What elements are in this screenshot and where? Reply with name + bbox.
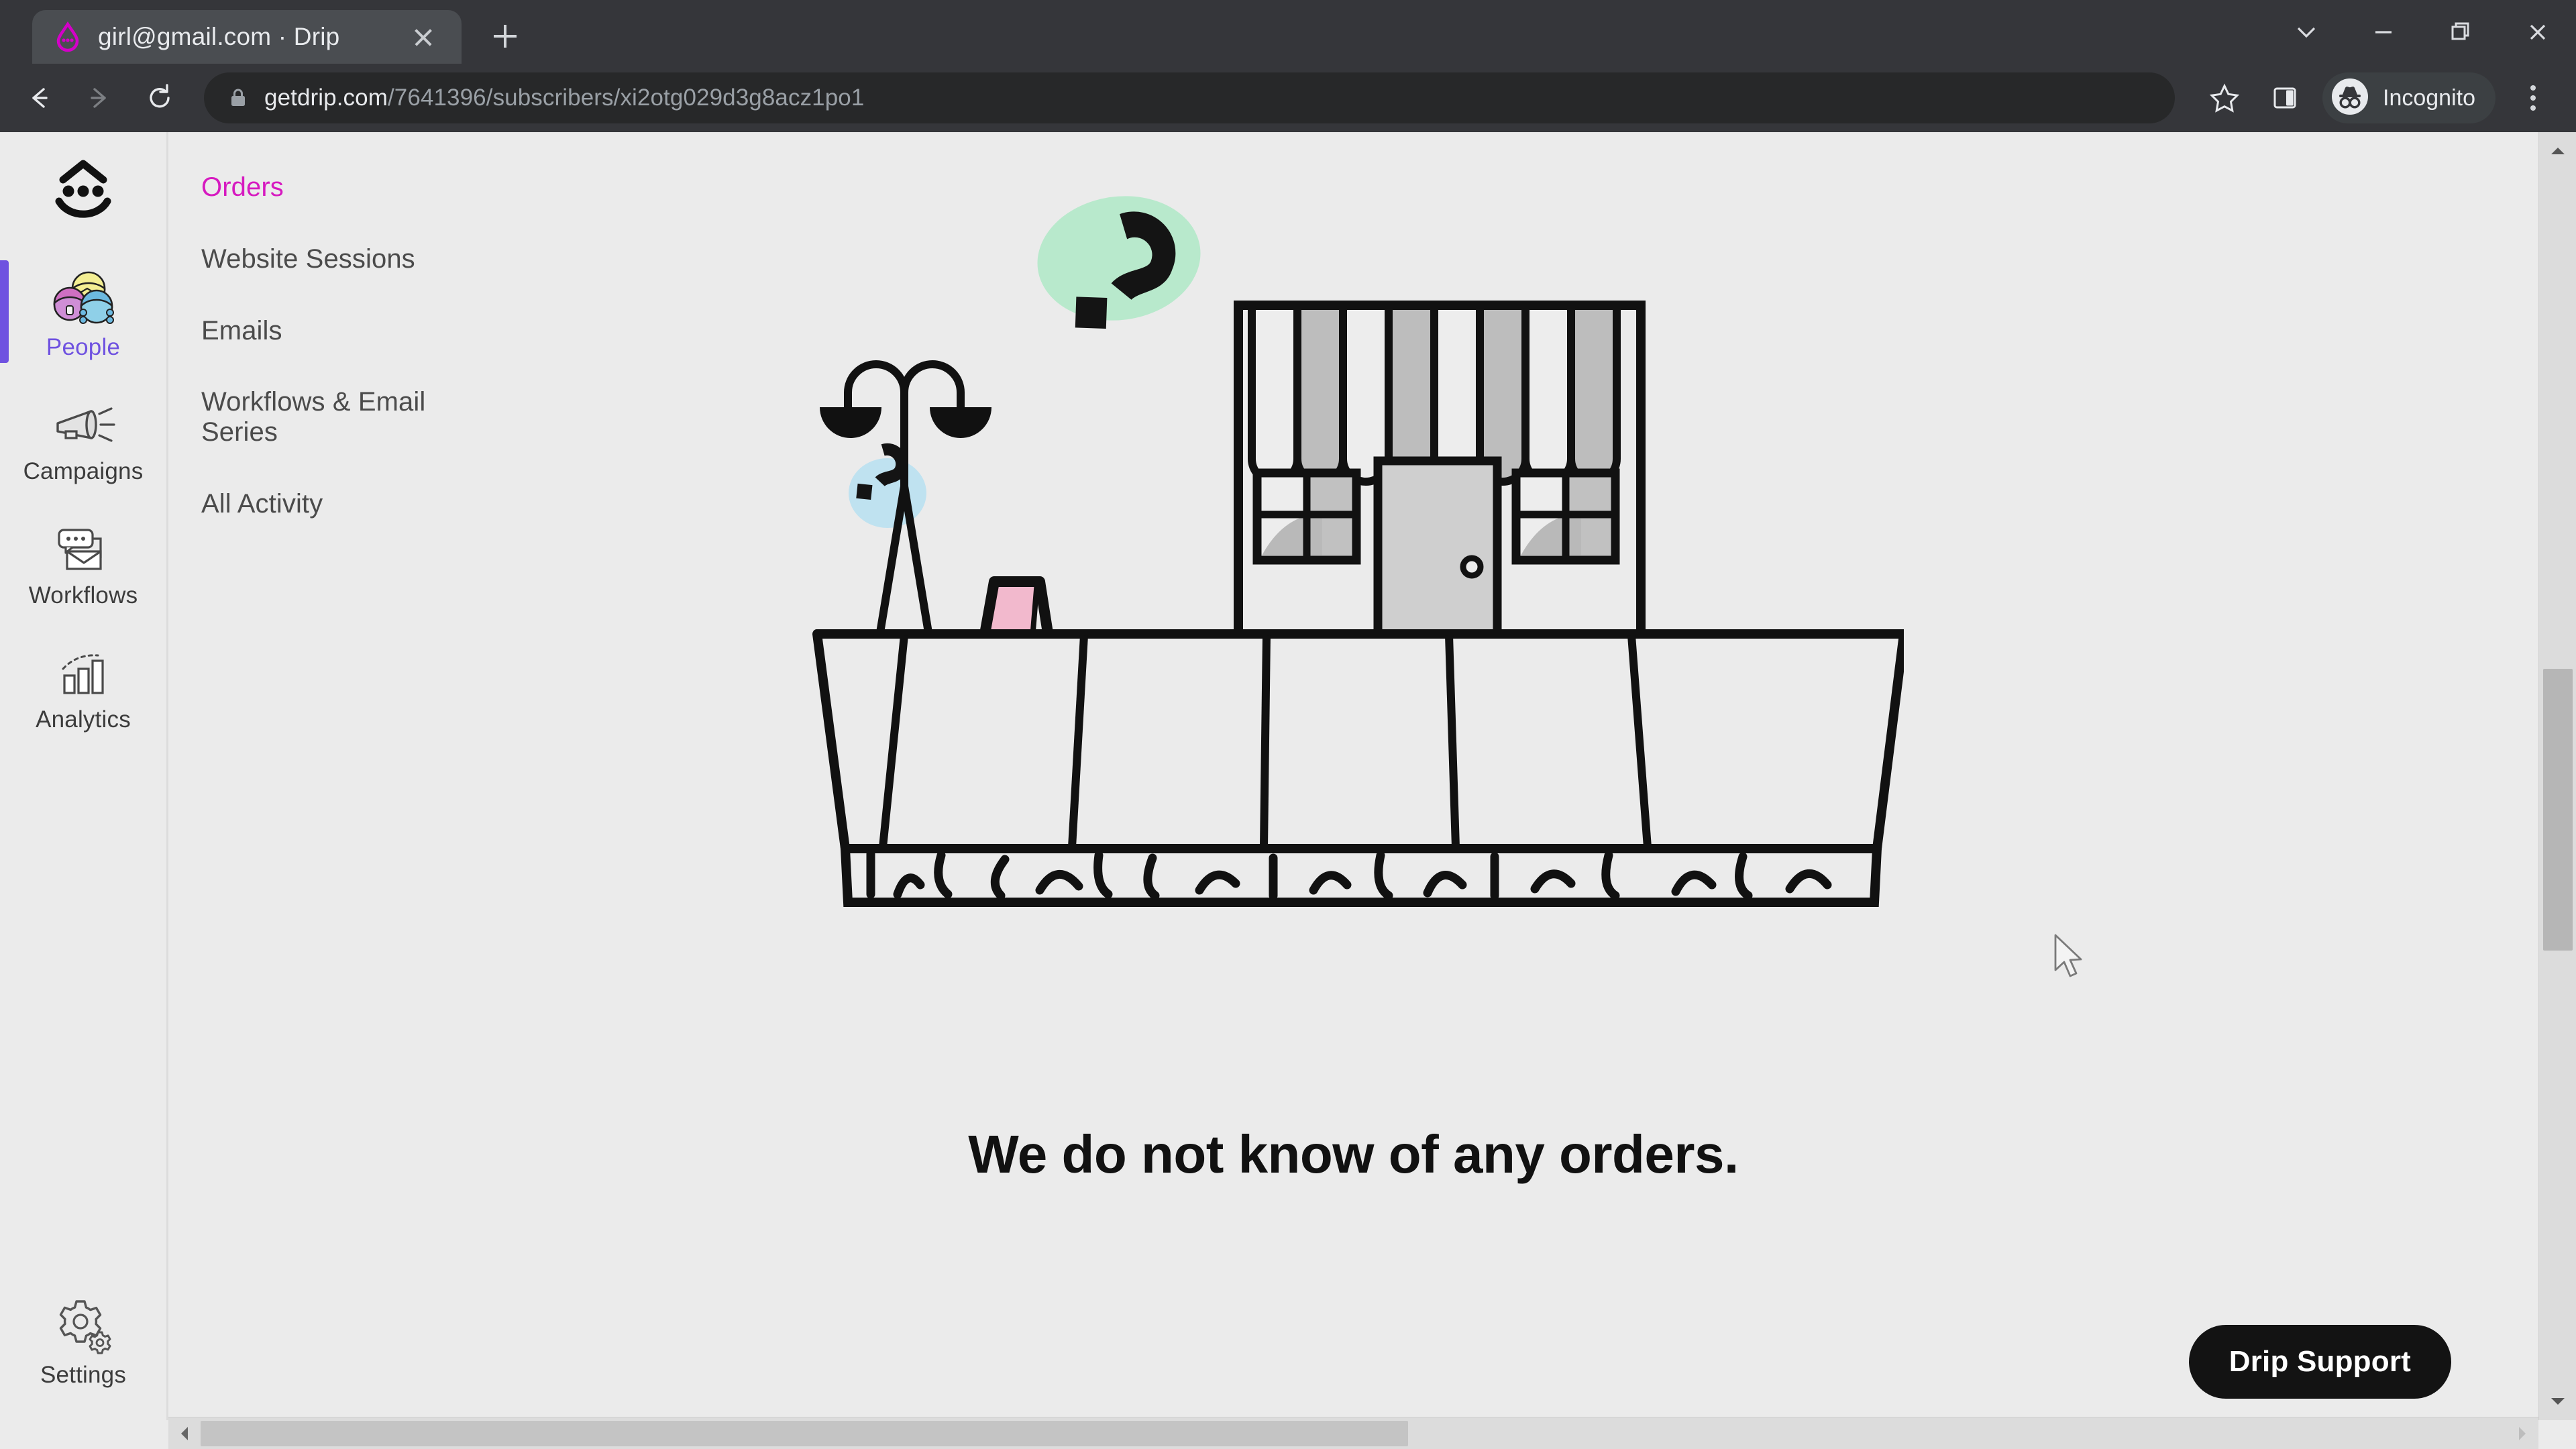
sidebar-item-settings[interactable]: Settings bbox=[0, 1277, 166, 1401]
chevron-down-icon[interactable] bbox=[2267, 0, 2345, 64]
star-icon[interactable] bbox=[2196, 70, 2253, 126]
sidebar-item-label: Campaigns bbox=[23, 458, 144, 484]
dot bbox=[2530, 95, 2536, 101]
sidebar-item-people[interactable]: People bbox=[0, 250, 166, 374]
dot bbox=[2530, 105, 2536, 111]
workflow-icon bbox=[50, 511, 117, 576]
url-text: getdrip.com/7641396/subscribers/xi2otg02… bbox=[264, 85, 864, 111]
sidebar-item-label: Analytics bbox=[36, 706, 131, 733]
gear-icon bbox=[50, 1291, 117, 1355]
lock-icon bbox=[227, 87, 250, 109]
browser-window: girl@gmail.com · Drip getdrip.com/764139… bbox=[0, 0, 2576, 1449]
arrow-right-icon[interactable] bbox=[71, 70, 127, 126]
scroll-up-arrow-icon[interactable] bbox=[2539, 132, 2576, 170]
drip-logo-icon bbox=[52, 21, 83, 52]
tab-strip: girl@gmail.com · Drip bbox=[0, 0, 2576, 64]
sidebar-item-campaigns[interactable]: Campaigns bbox=[0, 374, 166, 498]
side-panel-icon[interactable] bbox=[2257, 70, 2313, 126]
right-window bbox=[1511, 468, 1619, 565]
sidebar-item-label: People bbox=[46, 333, 121, 360]
sidebar-item-label: Settings bbox=[40, 1361, 127, 1388]
bar-chart-icon bbox=[50, 635, 117, 700]
app-sidebar: People Campaigns Workflows Analytics Set… bbox=[0, 132, 168, 1420]
incognito-indicator[interactable]: Incognito bbox=[2322, 72, 2496, 123]
incognito-label: Incognito bbox=[2383, 85, 2475, 111]
sidebar-item-label: Workflows bbox=[28, 582, 138, 608]
close-icon[interactable] bbox=[405, 19, 441, 55]
restore-icon[interactable] bbox=[2422, 0, 2499, 64]
vertical-scrollbar[interactable] bbox=[2538, 132, 2576, 1420]
window-controls bbox=[2267, 0, 2576, 64]
horizontal-scrollbar[interactable] bbox=[168, 1417, 2538, 1449]
store-door bbox=[1373, 456, 1501, 645]
left-window bbox=[1252, 468, 1360, 565]
three-dots-icon[interactable] bbox=[2506, 70, 2560, 126]
arrow-left-icon[interactable] bbox=[11, 70, 67, 126]
sidebar-item-workflows[interactable]: Workflows bbox=[0, 498, 166, 622]
dot bbox=[2530, 85, 2536, 91]
scroll-right-arrow-icon[interactable] bbox=[2506, 1417, 2538, 1449]
vertical-scrollbar-thumb[interactable] bbox=[2543, 669, 2573, 951]
storefront bbox=[1233, 301, 1646, 645]
url-domain: getdrip.com bbox=[264, 85, 388, 111]
lamp-shade-right bbox=[929, 407, 991, 438]
minimize-icon[interactable] bbox=[2345, 0, 2422, 64]
close-icon[interactable] bbox=[2499, 0, 2576, 64]
drip-face-logo-icon[interactable] bbox=[0, 132, 166, 250]
address-bar[interactable]: getdrip.com/7641396/subscribers/xi2otg02… bbox=[204, 72, 2175, 123]
orders-empty-state: We do not know of any orders. bbox=[168, 132, 2538, 1417]
plus-icon[interactable] bbox=[480, 11, 530, 61]
browser-tab[interactable]: girl@gmail.com · Drip bbox=[32, 10, 462, 64]
tab-title: girl@gmail.com · Drip bbox=[98, 23, 340, 50]
green-blob bbox=[1037, 196, 1200, 321]
scroll-down-arrow-icon[interactable] bbox=[2539, 1383, 2576, 1420]
browser-toolbar: getdrip.com/7641396/subscribers/xi2otg02… bbox=[0, 64, 2576, 132]
sidebar-item-analytics[interactable]: Analytics bbox=[0, 622, 166, 746]
sidewalk bbox=[812, 629, 1909, 907]
horizontal-scrollbar-thumb[interactable] bbox=[201, 1421, 1408, 1446]
scroll-left-arrow-icon[interactable] bbox=[168, 1417, 201, 1449]
incognito-icon bbox=[2329, 76, 2371, 121]
page-viewport: People Campaigns Workflows Analytics Set… bbox=[0, 132, 2576, 1449]
url-path: /7641396/subscribers/xi2otg029d3g8acz1po… bbox=[387, 85, 865, 111]
closed-storefront-illustration bbox=[804, 171, 1909, 1144]
lamp-shade-left bbox=[819, 407, 881, 438]
megaphone-icon bbox=[50, 387, 117, 451]
people-icon bbox=[50, 263, 117, 327]
reload-icon[interactable] bbox=[131, 70, 188, 126]
drip-support-button[interactable]: Drip Support bbox=[2188, 1325, 2451, 1399]
